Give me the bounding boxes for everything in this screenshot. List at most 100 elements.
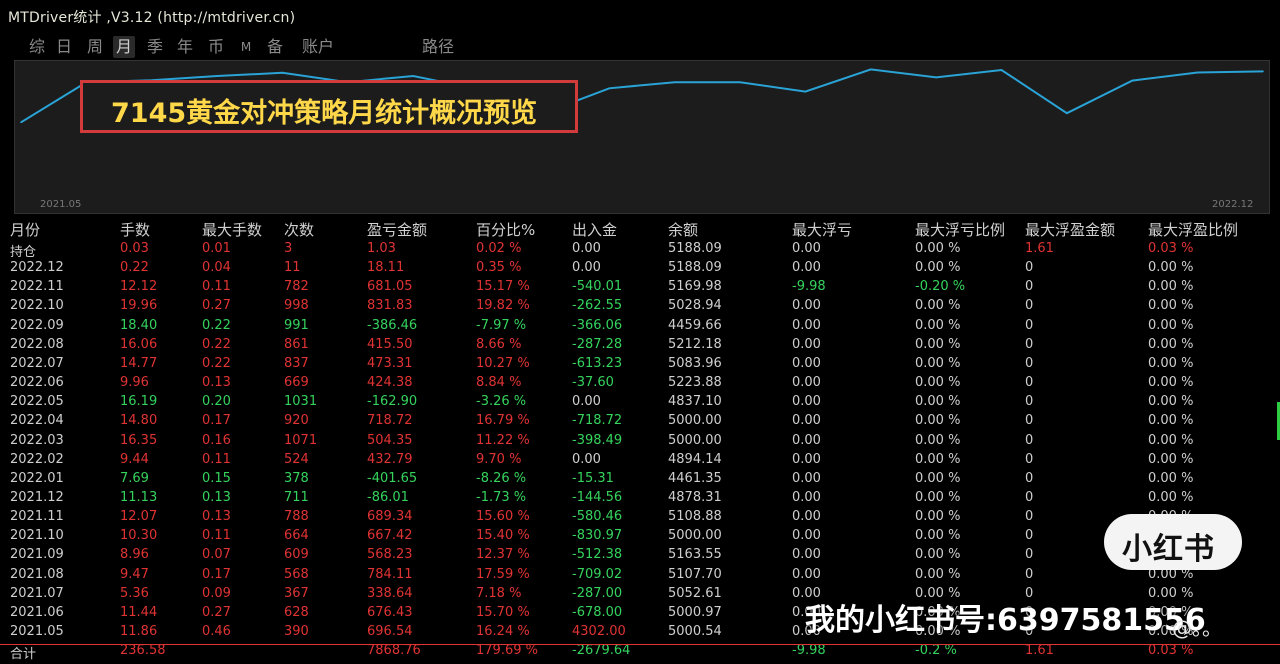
cell-max-lots: 0.13: [202, 375, 231, 391]
cell-percent: -3.26 %: [476, 394, 527, 410]
cell-month: 2022.04: [10, 413, 64, 429]
cell-max-lots: 0.07: [202, 547, 231, 563]
cell-count: 920: [284, 413, 309, 429]
cell-max-float-loss: 0.00: [792, 470, 821, 486]
table-row[interactable]: 2022.11 12.12 0.11 782 681.05 15.17 % -540.01 5…: [0, 278, 1280, 297]
table-row[interactable]: 2022.04 14.80 0.17 920 718.72 16.79 % -718.72 5…: [0, 412, 1280, 431]
x-axis-end-label: 2022.12: [1212, 199, 1254, 210]
cell-max-lots: 0.20: [202, 394, 231, 410]
cell-max-float-profit-pct: 0.00 %: [1148, 394, 1194, 410]
header-percent[interactable]: 百分比%: [476, 219, 535, 240]
header-balance[interactable]: 余额: [668, 219, 698, 240]
cell-lots: 236.58: [120, 643, 166, 659]
table-row[interactable]: 2022.01 7.69 0.15 378 -401.65 -8.26 % -15.31 44…: [0, 470, 1280, 489]
tab-3[interactable]: 月: [113, 36, 135, 58]
cell-percent: 15.40 %: [476, 528, 530, 544]
tab-2[interactable]: 周: [84, 36, 106, 58]
cell-pnl: 18.11: [367, 260, 405, 276]
equity-point-2022.04: [739, 81, 741, 84]
cell-max-float-profit: 0: [1025, 279, 1034, 295]
cell-percent: 0.35 %: [476, 260, 522, 276]
xiaohongshu-logo: 小红书: [1104, 514, 1242, 570]
cell-max-float-loss-pct: 0.00 %: [915, 489, 961, 505]
cell-max-float-loss-pct: 0.00 %: [915, 241, 961, 256]
table-row[interactable]: 2021.09 8.96 0.07 609 568.23 12.37 % -512.38 51…: [0, 546, 1280, 565]
table-row[interactable]: 2021.12 11.13 0.13 711 -86.01 -1.73 % -144.56 4…: [0, 489, 1280, 508]
header-max-float-loss-pct[interactable]: 最大浮亏比例: [915, 219, 1005, 240]
table-row[interactable]: 2022.12 0.22 0.04 11 18.11 0.35 % 0.00 5188.09 0…: [0, 259, 1280, 278]
table-row[interactable]: 2022.09 18.40 0.22 991 -386.46 -7.97 % -366.06…: [0, 317, 1280, 336]
cell-percent: 179.69 %: [476, 643, 538, 659]
cell-pnl: 568.23: [367, 547, 413, 563]
cell-max-float-loss: 0.00: [792, 375, 821, 391]
tab-5[interactable]: 年: [174, 36, 196, 58]
table-row[interactable]: 2022.03 16.35 0.16 1071 504.35 11.22 % -398.49…: [0, 432, 1280, 451]
table-row[interactable]: 2022.05 16.19 0.20 1031 -162.90 -3.26 % 0.00 48…: [0, 393, 1280, 412]
cell-percent: 9.70 %: [476, 451, 522, 467]
tab-9[interactable]: 账户: [298, 36, 338, 58]
header-deposit[interactable]: 出入金: [572, 219, 617, 240]
cell-month: 2022.09: [10, 317, 64, 333]
header-month[interactable]: 月份: [10, 219, 40, 240]
cell-max-float-profit: 0: [1025, 470, 1034, 486]
cell-max-lots: 0.22: [202, 355, 231, 371]
cell-percent: 15.70 %: [476, 604, 530, 620]
tab-1[interactable]: 日: [53, 36, 75, 58]
table-row[interactable]: 2022.02 9.44 0.11 524 432.79 9.70 % 0.00 4894.1…: [0, 451, 1280, 470]
table-row[interactable]: 2022.07 14.77 0.22 837 473.31 10.27 % -613.23 5…: [0, 355, 1280, 374]
equity-point-2022.10: [1131, 79, 1134, 82]
tab-4[interactable]: 季: [144, 36, 166, 58]
cell-month: 2021.07: [10, 585, 64, 601]
table-row[interactable]: 2022.08 16.06 0.22 861 415.50 8.66 % -287.28 52…: [0, 336, 1280, 355]
table-row[interactable]: 持仓 0.03 0.01 3 1.03 0.02 % 0.00 5188.09 0.00 0.00…: [0, 240, 1280, 260]
cell-max-float-profit-pct: 0.00 %: [1148, 489, 1194, 505]
header-max-lots[interactable]: 最大手数: [202, 219, 262, 240]
cell-balance: 4461.35: [668, 470, 722, 486]
header-lots[interactable]: 手数: [120, 219, 150, 240]
cell-max-float-loss: 0.00: [792, 317, 821, 333]
cell-pnl: 338.64: [367, 585, 413, 601]
header-pnl[interactable]: 盈亏金额: [367, 219, 427, 240]
cell-max-float-profit: 0: [1025, 394, 1034, 410]
cell-max-float-profit: 0: [1025, 413, 1034, 429]
cell-count: 3: [284, 241, 293, 256]
tab-7[interactable]: M: [237, 36, 255, 58]
cell-month: 2021.09: [10, 547, 64, 563]
cell-pnl: 432.79: [367, 451, 413, 467]
tab-0[interactable]: 综: [26, 36, 48, 58]
cell-count: 788: [284, 509, 309, 525]
cell-max-lots: 0.27: [202, 604, 231, 620]
equity-point-2022.07: [935, 76, 937, 79]
cell-max-float-loss: 0.00: [792, 413, 821, 429]
cell-max-float-loss-pct: 0.00 %: [915, 470, 961, 486]
cell-count: 609: [284, 547, 309, 563]
cell-max-float-profit: 0: [1025, 547, 1034, 563]
header-max-float-profit[interactable]: 最大浮盈金额: [1025, 219, 1115, 240]
tab-10[interactable]: 路径: [418, 36, 458, 58]
table-row[interactable]: 2022.06 9.96 0.13 669 424.38 8.84 % -37.60 5223…: [0, 374, 1280, 393]
cell-pnl: 7868.76: [367, 643, 421, 659]
tab-8[interactable]: 备: [264, 36, 286, 58]
cell-max-lots: 0.13: [202, 489, 231, 505]
cell-month: 2021.05: [10, 624, 64, 639]
table-row[interactable]: 2021.08 9.47 0.17 568 784.11 17.59 % -709.02 51…: [0, 566, 1280, 585]
header-max-float-profit-pct[interactable]: 最大浮盈比例: [1148, 219, 1238, 240]
header-count[interactable]: 次数: [284, 219, 314, 240]
tab-6[interactable]: 币: [205, 36, 227, 58]
cell-pnl: 718.72: [367, 413, 413, 429]
watermark-sub: @。。: [1172, 616, 1222, 640]
cell-max-float-profit: 0: [1025, 528, 1034, 544]
cell-lots: 9.47: [120, 566, 149, 582]
table-row[interactable]: 2021.10 10.30 0.11 664 667.42 15.40 % -830.97 5…: [0, 527, 1280, 546]
cell-balance: 5223.88: [668, 375, 722, 391]
cell-percent: 15.17 %: [476, 279, 530, 295]
cell-max-float-profit: 1.61: [1025, 241, 1054, 256]
table-row[interactable]: 2021.11 12.07 0.13 788 689.34 15.60 % -580.46 5…: [0, 508, 1280, 527]
table-row[interactable]: 2022.10 19.96 0.27 998 831.83 19.82 % -262.55 5…: [0, 297, 1280, 316]
header-max-float-loss[interactable]: 最大浮亏: [792, 219, 852, 240]
watermark-text: 我的小红书号:6397581556: [805, 603, 1206, 638]
cell-max-float-profit: 0: [1025, 298, 1034, 314]
cell-lots: 14.77: [120, 355, 158, 371]
cell-max-float-loss-pct: 0.00 %: [915, 355, 961, 371]
cell-balance: 5000.97: [668, 604, 722, 620]
